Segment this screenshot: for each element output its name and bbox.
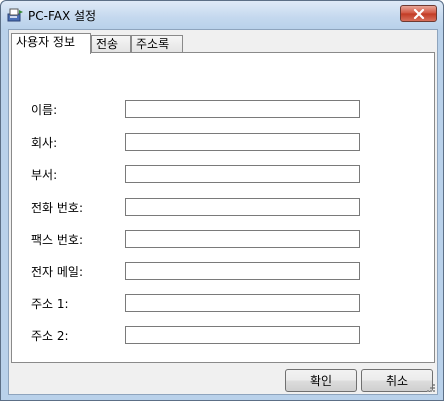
company-label: 회사:	[31, 136, 58, 150]
tab-address-book[interactable]: 주소록	[131, 35, 183, 52]
name-label: 이름:	[31, 103, 58, 117]
name-row: 이름:	[12, 100, 434, 118]
dialog-client-area: 사용자 정보 전송 주소록 이름: 회사: 부서: 전화 번호: 팩스 번호: …	[8, 29, 438, 395]
department-input[interactable]	[125, 165, 360, 183]
resize-grip-icon[interactable]	[424, 381, 436, 393]
cancel-button[interactable]: 취소	[361, 369, 433, 392]
email-input[interactable]	[125, 262, 360, 280]
fax-label: 팩스 번호:	[31, 233, 84, 247]
window-title: PC-FAX 설정	[28, 9, 97, 23]
name-input[interactable]	[125, 100, 360, 118]
fax-icon	[7, 6, 25, 24]
company-input[interactable]	[125, 133, 360, 151]
phone-row: 전화 번호:	[12, 198, 434, 216]
email-row: 전자 메일:	[12, 262, 434, 280]
address2-input[interactable]	[125, 326, 360, 344]
user-info-panel: 이름: 회사: 부서: 전화 번호: 팩스 번호: 전자 메일: 주소 1: 주…	[11, 52, 435, 363]
fax-row: 팩스 번호:	[12, 230, 434, 248]
email-label: 전자 메일:	[31, 265, 84, 279]
address1-label: 주소 1:	[31, 297, 69, 311]
address2-label: 주소 2:	[31, 329, 69, 343]
title-bar[interactable]: PC-FAX 설정	[1, 1, 443, 29]
department-row: 부서:	[12, 165, 434, 183]
phone-input[interactable]	[125, 198, 360, 216]
phone-label: 전화 번호:	[31, 201, 84, 215]
tab-user-info[interactable]: 사용자 정보	[11, 33, 91, 54]
company-row: 회사:	[12, 133, 434, 151]
ok-button[interactable]: 확인	[285, 369, 357, 392]
dialog-window: PC-FAX 설정 사용자 정보 전송 주소록 이름: 회사: 부서: 전화 번…	[0, 0, 444, 401]
close-icon	[413, 9, 425, 19]
fax-input[interactable]	[125, 230, 360, 248]
department-label: 부서:	[31, 168, 58, 182]
tab-send[interactable]: 전송	[91, 35, 131, 52]
address1-row: 주소 1:	[12, 294, 434, 312]
address2-row: 주소 2:	[12, 326, 434, 344]
address1-input[interactable]	[125, 294, 360, 312]
close-button[interactable]	[400, 5, 437, 22]
